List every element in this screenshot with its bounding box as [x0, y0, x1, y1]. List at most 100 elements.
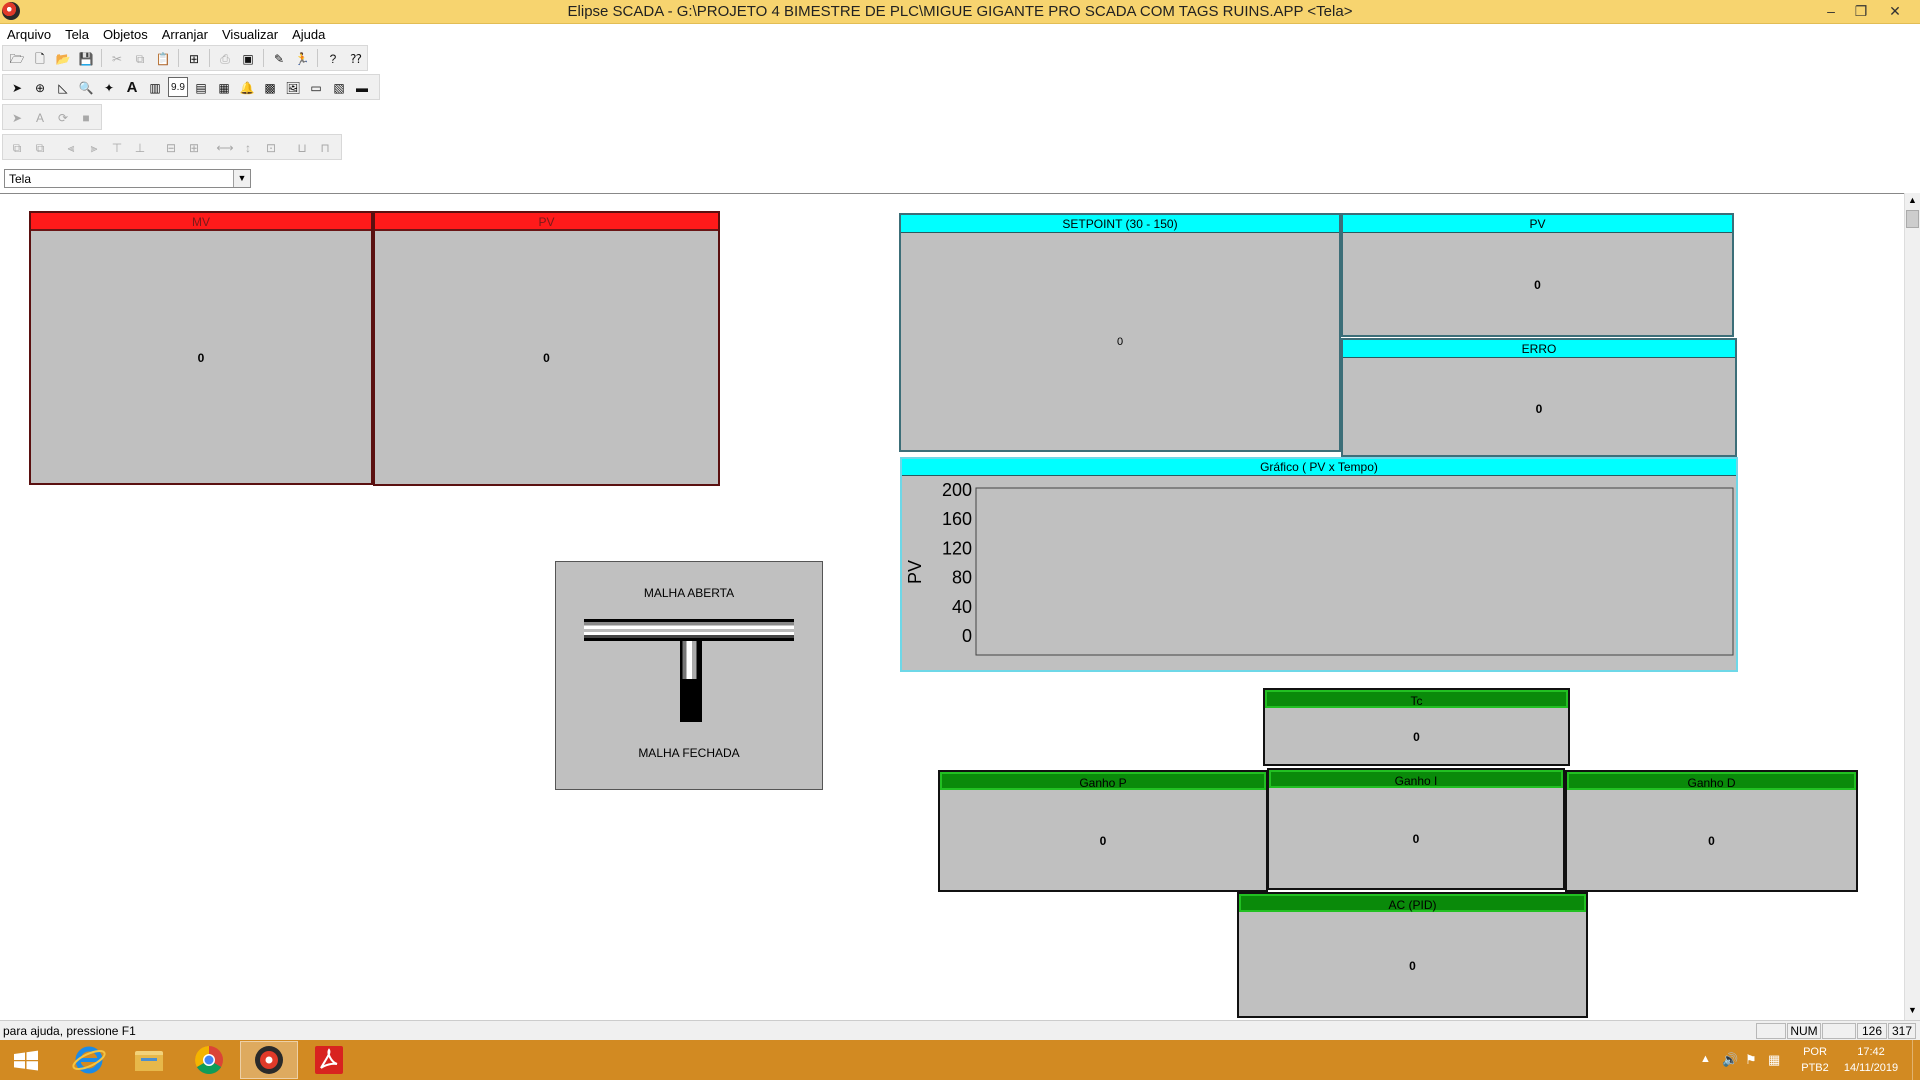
start-button[interactable] [2, 1041, 60, 1079]
menu-visualizar[interactable]: Visualizar [215, 24, 285, 42]
pv-right-value: 0 [1534, 278, 1541, 292]
screen-selector[interactable]: Tela ▼ [4, 169, 251, 188]
ganho-d-value: 0 [1708, 834, 1715, 848]
screenshot-icon[interactable]: ▣ [238, 48, 258, 68]
valve-pipe [584, 619, 794, 641]
screen-selector-value: Tela [9, 172, 32, 186]
cut-icon[interactable]: ✂ [107, 48, 127, 68]
file-explorer-taskbar[interactable] [120, 1041, 178, 1079]
bar-tool-icon[interactable]: ▥ [145, 77, 165, 97]
error-display[interactable]: ERRO 0 [1341, 338, 1737, 457]
slider-tool-icon[interactable]: ▭ [306, 77, 326, 97]
run-icon[interactable]: 🏃 [292, 48, 312, 68]
copy-icon[interactable]: ⧉ [130, 48, 150, 68]
save-icon[interactable]: 💾 [76, 48, 96, 68]
align-left-icon[interactable]: ⫷ [61, 137, 81, 157]
action-center-icon[interactable]: ⚑ [1745, 1052, 1757, 1068]
chart-svg: PV 200 160 120 80 40 0 [905, 480, 1734, 656]
animation-tool-icon[interactable]: ✦ [99, 77, 119, 97]
select-tool-icon[interactable]: ➤ [7, 77, 27, 97]
help-icon[interactable]: ? [323, 48, 343, 68]
link-tool-icon[interactable]: ⊕ [30, 77, 50, 97]
browser-tool-icon[interactable]: ▧ [329, 77, 349, 97]
text-tool-icon[interactable]: A [122, 77, 142, 97]
elipse-scada-taskbar[interactable] [240, 1041, 298, 1079]
acrobat-taskbar[interactable] [300, 1041, 358, 1079]
same-height-icon[interactable]: ↕ [238, 137, 258, 157]
ganho-p-value: 0 [1099, 834, 1107, 848]
menu-tela[interactable]: Tela [58, 24, 96, 42]
open-app-icon[interactable]: 🗁 [7, 48, 27, 68]
internet-explorer-taskbar[interactable] [60, 1041, 118, 1079]
chevron-down-icon[interactable]: ▼ [233, 170, 250, 187]
display-tool-icon[interactable]: 9.9 [168, 77, 188, 97]
space-h-icon[interactable]: ⊔ [292, 137, 312, 157]
minimize-button[interactable]: – [1816, 0, 1846, 22]
send-back-icon[interactable]: ⧉ [30, 137, 50, 157]
video-tool-icon[interactable]: 🖼 [283, 77, 303, 97]
trend-tool-icon[interactable]: ▦ [214, 77, 234, 97]
open-folder-icon[interactable]: 📂 [53, 48, 73, 68]
valve-handle[interactable] [680, 679, 702, 722]
tray-overflow-icon[interactable]: ▲ [1700, 1053, 1711, 1065]
setpoint-header: SETPOINT (30 - 150) [901, 215, 1339, 233]
valve-stem [680, 641, 702, 679]
pv-trend-chart[interactable]: Gráfico ( PV x Tempo) PV 200 160 120 80 40 0 [900, 457, 1738, 672]
setpoint-input[interactable]: SETPOINT (30 - 150) 0 [899, 213, 1341, 452]
print-icon[interactable]: ⎙ [215, 48, 235, 68]
network-icon[interactable]: ▦ [1768, 1052, 1780, 1068]
table-tool-icon[interactable]: ▩ [260, 77, 280, 97]
scroll-down-icon[interactable]: ▼ [1908, 1005, 1917, 1015]
gain-p-input[interactable]: Ganho P 0 [938, 770, 1268, 892]
align-bottom-icon[interactable]: ⊥ [130, 137, 150, 157]
clock[interactable]: 17:42 14/11/2019 [1838, 1046, 1904, 1074]
pointer-icon[interactable]: ➤ [7, 107, 27, 127]
zoom-tool-icon[interactable]: 🔍 [76, 77, 96, 97]
menu-arranjar[interactable]: Arranjar [155, 24, 215, 42]
draw-tool-icon[interactable]: ◺ [53, 77, 73, 97]
gain-i-input[interactable]: Ganho I 0 [1267, 768, 1565, 890]
mv-display[interactable]: MV 0 [29, 211, 373, 485]
bring-front-icon[interactable]: ⧉ [7, 137, 27, 157]
pv-display-left[interactable]: PV 0 [373, 211, 720, 486]
align-top-icon[interactable]: ⊤ [107, 137, 127, 157]
same-width-icon[interactable]: ⟷ [215, 137, 235, 157]
paste-icon[interactable]: 📋 [153, 48, 173, 68]
scroll-up-icon[interactable]: ▲ [1908, 195, 1917, 205]
align-right-icon[interactable]: ⫸ [84, 137, 104, 157]
edit-screen-icon[interactable]: ✎ [269, 48, 289, 68]
volume-icon[interactable]: 🔊 [1722, 1052, 1738, 1068]
center-v-icon[interactable]: ⊞ [184, 137, 204, 157]
ac-pid-display[interactable]: AC (PID) 0 [1237, 892, 1588, 1018]
y-tick-label: 0 [962, 626, 972, 646]
new-file-icon[interactable]: 🗋 [30, 48, 50, 68]
fill-icon[interactable]: ■ [76, 107, 96, 127]
restore-button[interactable]: ❐ [1846, 0, 1876, 22]
rotate-icon[interactable]: ⟳ [53, 107, 73, 127]
loop-mode-switch[interactable]: MALHA ABERTA MALHA FECHADA [555, 561, 823, 790]
scroll-thumb[interactable] [1906, 210, 1919, 228]
vertical-scrollbar[interactable]: ▲ ▼ [1904, 193, 1920, 1020]
same-size-icon[interactable]: ⊡ [261, 137, 281, 157]
alarm-tool-icon[interactable]: 🔔 [237, 77, 257, 97]
show-desktop-button[interactable] [1912, 1040, 1920, 1080]
context-help-icon[interactable]: ⁇ [346, 48, 366, 68]
menu-arquivo[interactable]: Arquivo [0, 24, 58, 42]
font-icon[interactable]: A [30, 107, 50, 127]
menu-ajuda[interactable]: Ajuda [285, 24, 332, 42]
y-tick-label: 120 [942, 538, 972, 558]
menu-objetos[interactable]: Objetos [96, 24, 155, 42]
space-v-icon[interactable]: ⊓ [315, 137, 335, 157]
button-tool-icon[interactable]: ▬ [352, 77, 372, 97]
chrome-taskbar[interactable] [180, 1041, 238, 1079]
organizer-icon[interactable]: ⊞ [184, 48, 204, 68]
center-h-icon[interactable]: ⊟ [161, 137, 181, 157]
tc-input[interactable]: Tc 0 [1263, 688, 1570, 766]
pv-display-right[interactable]: PV 0 [1341, 213, 1734, 337]
setpoint-tool-icon[interactable]: ▤ [191, 77, 211, 97]
language-indicator[interactable]: POR PTB2 [1797, 1046, 1833, 1074]
setpoint-value: 0 [1116, 336, 1124, 348]
gain-d-input[interactable]: Ganho D 0 [1565, 770, 1858, 892]
open-loop-label: MALHA ABERTA [643, 586, 735, 600]
close-button[interactable]: ✕ [1880, 0, 1910, 22]
